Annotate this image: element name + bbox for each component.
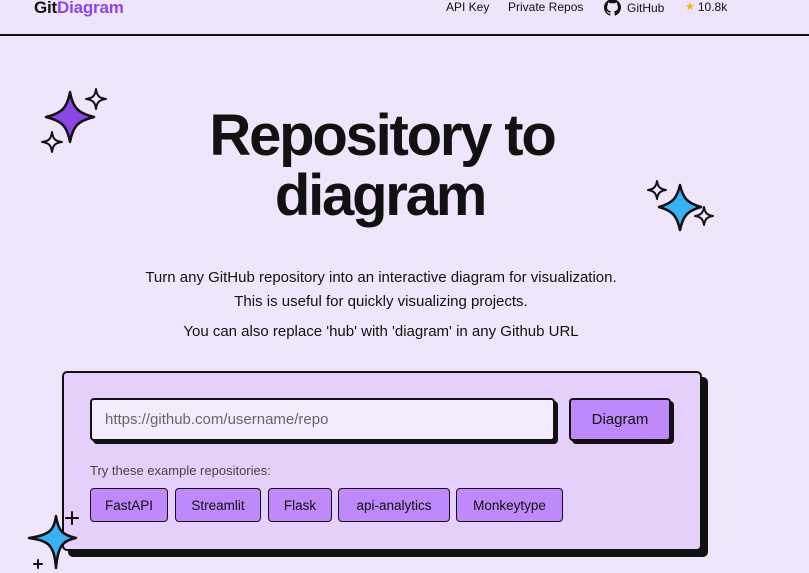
blue-sparkle-bottom-icon <box>27 511 79 570</box>
example-chip-streamlit[interactable]: Streamlit <box>175 488 261 522</box>
repo-url-input[interactable] <box>90 398 555 441</box>
description-line-2: This is useful for quickly visualizing p… <box>234 293 528 310</box>
description-line-1: Turn any GitHub repository into an inter… <box>145 269 617 286</box>
github-icon <box>604 0 621 16</box>
logo[interactable]: GitDiagram <box>34 0 124 18</box>
nav-github-label: GitHub <box>627 0 665 15</box>
example-chip-api-analytics[interactable]: api-analytics <box>338 488 450 522</box>
diagram-button[interactable]: Diagram <box>569 398 671 441</box>
examples-label: Try these example repositories: <box>90 463 271 478</box>
star-count: 10.8k <box>697 0 728 14</box>
github-stars-link[interactable]: ★ 10.8k <box>685 0 727 14</box>
example-chip-flask[interactable]: Flask <box>268 488 332 522</box>
nav-api-key-link[interactable]: API Key <box>446 0 489 14</box>
nav-private-repos-link[interactable]: Private Repos <box>508 0 583 14</box>
example-chip-fastapi[interactable]: FastAPI <box>90 488 168 522</box>
nav-github-link[interactable]: GitHub <box>604 0 664 16</box>
description-line-3: You can also replace 'hub' with 'diagram… <box>183 323 579 340</box>
page-title-line-1: Repository to <box>209 103 556 168</box>
page-title-line-2: diagram <box>274 163 487 228</box>
top-navbar: GitDiagram API Key Private Repos GitHub … <box>0 0 809 36</box>
star-icon: ★ <box>685 1 695 13</box>
logo-git-text: Git <box>34 0 58 17</box>
example-chip-monkeytype[interactable]: Monkeytype <box>456 488 563 522</box>
logo-diagram-text: Diagram <box>57 0 124 17</box>
